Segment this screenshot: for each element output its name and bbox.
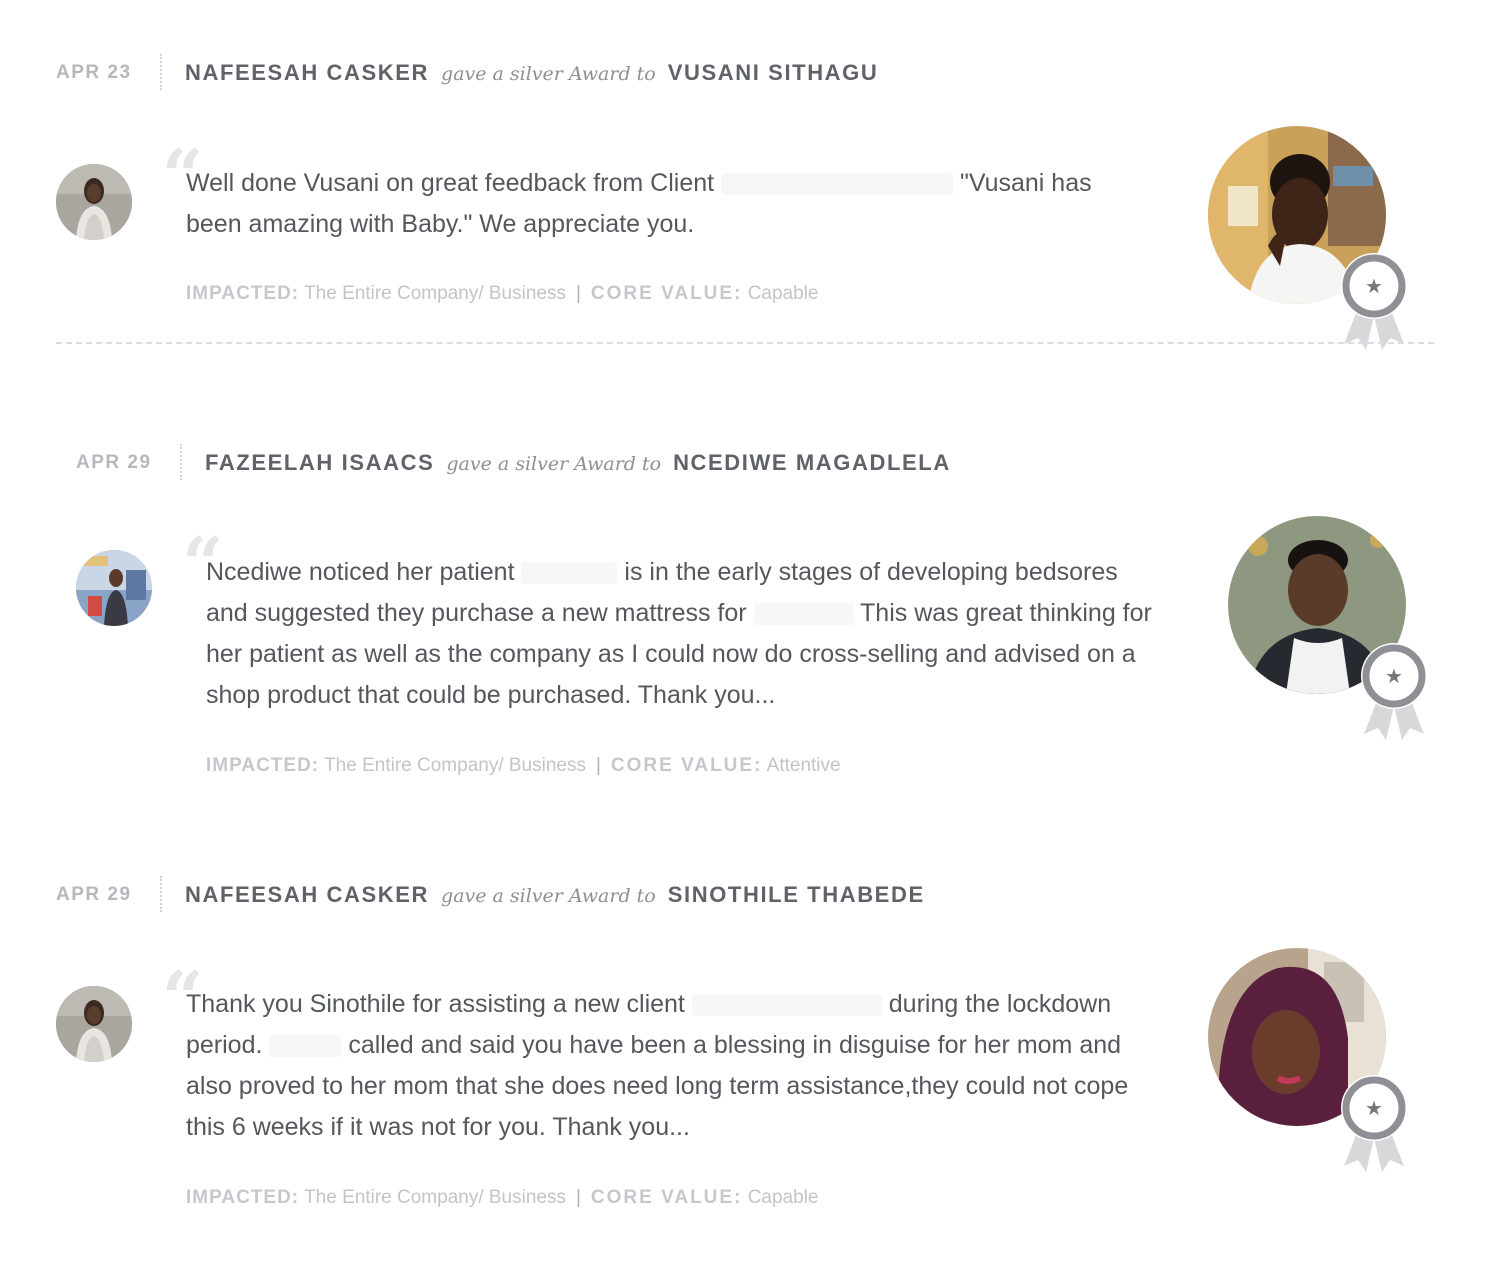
svg-text:★: ★ <box>1365 1096 1383 1120</box>
svg-text:★: ★ <box>1385 664 1403 688</box>
award-verb: gave a silver Award to <box>446 453 662 475</box>
impacted-label: IMPACTED: <box>186 283 300 304</box>
entry-divider <box>56 342 1434 344</box>
silver-award-medal-icon: ★ <box>1341 1075 1407 1172</box>
award-tags: IMPACTED: The Entire Company/ Business | C… <box>206 755 841 777</box>
giver-name[interactable]: NAFEESAH CASKER <box>185 60 429 85</box>
award-tags: IMPACTED: The Entire Company/ Business | C… <box>186 283 818 305</box>
tag-separator: | <box>595 755 601 776</box>
receiver-name[interactable]: NCEDIWE MAGADLELA <box>673 450 951 475</box>
redacted-text <box>521 562 618 585</box>
award-meta: APR 29 NAFEESAH CASKER gave a silver Awar… <box>56 862 1496 926</box>
impacted-value: The Entire Company/ Business <box>304 1187 566 1208</box>
core-value-label: CORE VALUE: <box>610 755 763 776</box>
silver-award-medal-icon: ★ <box>1341 253 1407 350</box>
date-divider <box>180 444 182 480</box>
message-text: Well done Vusani on great feedback from … <box>186 169 722 197</box>
tag-separator: | <box>575 1187 581 1208</box>
award-tags: IMPACTED: The Entire Company/ Business | C… <box>186 1187 818 1209</box>
redacted-text <box>269 1035 342 1058</box>
award-verb: gave a silver Award to <box>441 885 656 907</box>
redacted-text <box>721 173 954 196</box>
impacted-value: The Entire Company/ Business <box>304 283 566 304</box>
giver-avatar[interactable] <box>76 550 152 626</box>
core-value-value: Attentive <box>766 755 841 776</box>
award-meta: APR 23 NAFEESAH CASKER gave a silver Awar… <box>56 40 1496 104</box>
tag-separator: | <box>575 283 581 304</box>
redacted-text <box>753 603 854 626</box>
core-value-label: CORE VALUE: <box>590 283 743 304</box>
award-headline: NAFEESAH CASKER gave a silver Award to VUS… <box>185 60 878 86</box>
silver-award-medal-icon: ★ <box>1361 643 1427 740</box>
core-value-label: CORE VALUE: <box>590 1187 743 1208</box>
award-message: Ncediwe noticed her patient is in the ea… <box>206 552 1166 716</box>
award-verb: gave a silver Award to <box>441 63 656 85</box>
giver-name[interactable]: NAFEESAH CASKER <box>185 882 429 907</box>
award-date: APR 29 <box>76 452 152 473</box>
award-date: APR 23 <box>56 62 132 83</box>
impacted-label: IMPACTED: <box>186 1187 300 1208</box>
giver-avatar[interactable] <box>56 986 132 1062</box>
award-headline: NAFEESAH CASKER gave a silver Award to SIN… <box>185 882 925 908</box>
award-message: Well done Vusani on great feedback from … <box>186 163 1146 245</box>
date-divider <box>160 876 162 912</box>
receiver-name[interactable]: SINOTHILE THABEDE <box>668 882 925 907</box>
redacted-text <box>691 994 882 1017</box>
core-value-value: Capable <box>747 283 819 304</box>
receiver-avatar-with-medal[interactable]: ★ <box>1206 126 1416 366</box>
award-meta: APR 29 FAZEELAH ISAACS gave a silver Awar… <box>76 430 1500 494</box>
award-entry: APR 29 FAZEELAH ISAACS gave a silver Awar… <box>76 430 1500 776</box>
award-message: Thank you Sinothile for assisting a new … <box>186 984 1146 1148</box>
date-divider <box>160 54 162 90</box>
svg-text:★: ★ <box>1365 274 1383 298</box>
receiver-avatar-with-medal[interactable]: ★ <box>1206 948 1416 1188</box>
receiver-name[interactable]: VUSANI SITHAGU <box>668 60 879 85</box>
impacted-value: The Entire Company/ Business <box>324 755 586 776</box>
award-date: APR 29 <box>56 884 132 905</box>
message-text: Ncediwe noticed her patient <box>206 558 522 586</box>
message-text: Thank you Sinothile for assisting a new … <box>186 990 692 1018</box>
giver-name[interactable]: FAZEELAH ISAACS <box>205 450 434 475</box>
receiver-avatar-with-medal[interactable]: ★ <box>1226 516 1436 756</box>
award-headline: FAZEELAH ISAACS gave a silver Award to NCE… <box>205 450 951 476</box>
giver-avatar[interactable] <box>56 164 132 240</box>
impacted-label: IMPACTED: <box>206 755 320 776</box>
award-entry: APR 23 NAFEESAH CASKER gave a silver Awar… <box>56 40 1496 350</box>
core-value-value: Capable <box>747 1187 819 1208</box>
award-entry: APR 29 NAFEESAH CASKER gave a silver Awar… <box>56 862 1496 1208</box>
